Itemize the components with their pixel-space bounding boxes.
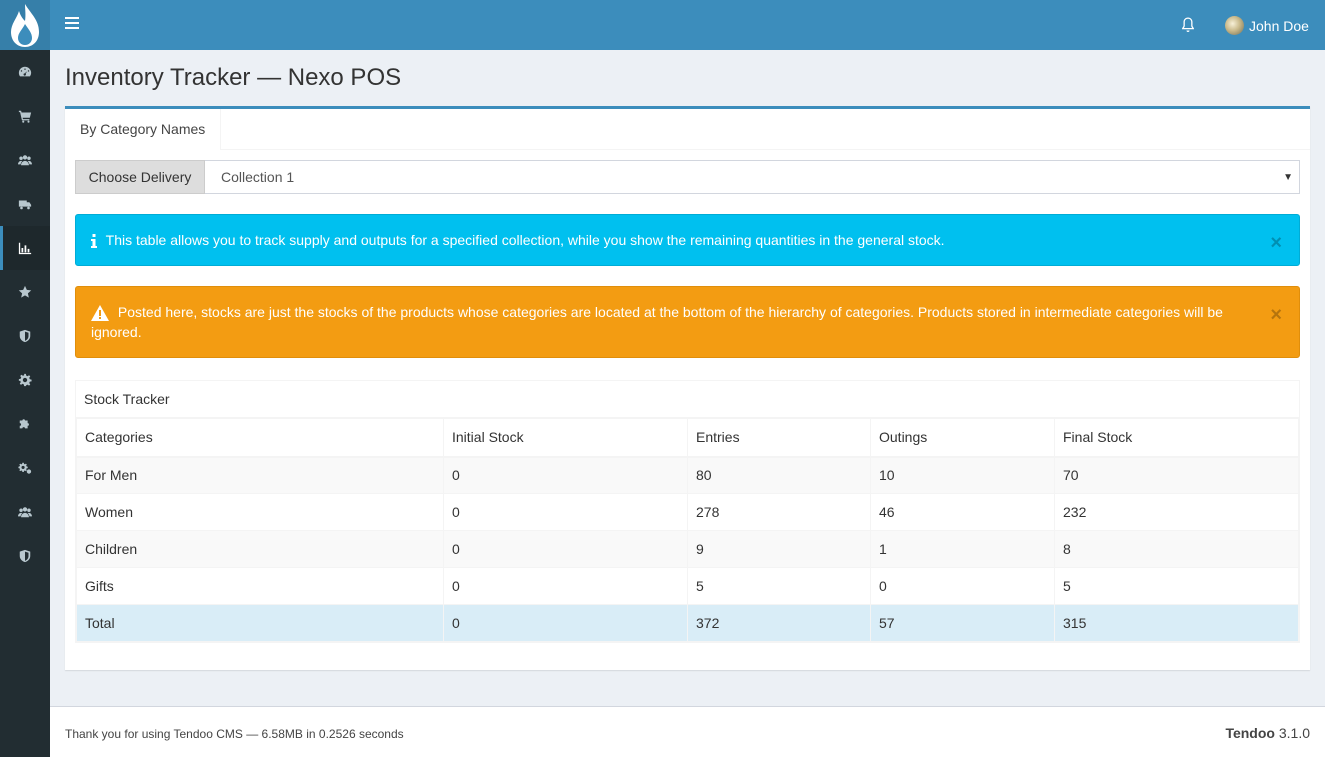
delivery-select[interactable]: Collection 1 ▼ (205, 160, 1300, 194)
sidebar-item-reports[interactable] (0, 226, 50, 270)
star-icon (18, 285, 32, 298)
table-cell: 80 (687, 456, 871, 494)
tabs-bar: By Category Names (65, 109, 1310, 150)
caret-down-icon: ▼ (1283, 172, 1293, 183)
warning-alert-text: Posted here, stocks are just the stocks … (91, 304, 1223, 340)
sidebar-item-groups[interactable] (0, 490, 50, 534)
bar-chart-icon (18, 242, 32, 255)
table-cell: Total (76, 604, 444, 642)
warning-icon (91, 305, 109, 322)
table-cell: 10 (870, 456, 1055, 494)
table-cell: 0 (443, 567, 688, 605)
table-total-row: Total 0 372 57 315 (76, 604, 1299, 642)
footer-brand: Tendoo (1225, 725, 1275, 741)
sidebar-toggle-icon[interactable] (65, 17, 79, 31)
sidebar-item-permissions[interactable] (0, 534, 50, 578)
column-header: Outings (870, 418, 1055, 458)
choose-delivery-button[interactable]: Choose Delivery (75, 160, 205, 194)
table-header-row: Categories Initial Stock Entries Outings… (76, 418, 1299, 458)
close-warning-alert-button[interactable]: × (1270, 305, 1282, 325)
table-cell: 70 (1054, 456, 1299, 494)
table-cell: 57 (870, 604, 1055, 642)
footer-text: Thank you for using Tendoo CMS — 6.58MB … (65, 727, 404, 741)
content-box: By Category Names Choose Delivery Collec… (65, 106, 1310, 670)
column-header: Initial Stock (443, 418, 688, 458)
table-cell: Women (76, 493, 444, 531)
table-cell: 46 (870, 493, 1055, 531)
table-cell: 315 (1054, 604, 1299, 642)
bell-icon[interactable] (1180, 16, 1196, 34)
user-name: John Doe (1249, 17, 1309, 34)
sidebar-item-options[interactable] (0, 446, 50, 490)
table-cell: 232 (1054, 493, 1299, 531)
column-header: Categories (76, 418, 444, 458)
stock-tracker-panel: Stock Tracker Categories Initial Stock E… (75, 380, 1300, 643)
sidebar-item-delivery[interactable] (0, 182, 50, 226)
table-cell: 5 (1054, 567, 1299, 605)
table-cell: 0 (870, 567, 1055, 605)
table-cell: 8 (1054, 530, 1299, 568)
table-row: Gifts 0 5 0 5 (76, 567, 1299, 605)
column-header: Entries (687, 418, 871, 458)
truck-icon (18, 200, 32, 210)
table-cell: 9 (687, 530, 871, 568)
sidebar-item-favorites[interactable] (0, 270, 50, 314)
panel-title: Stock Tracker (76, 381, 1299, 418)
table-cell: 0 (443, 604, 688, 642)
table-cell: Children (76, 530, 444, 568)
sidebar-item-modules[interactable] (0, 402, 50, 446)
page-title: Inventory Tracker — Nexo POS (65, 64, 402, 91)
stock-table: Categories Initial Stock Entries Outings… (76, 418, 1299, 642)
table-row: For Men 0 80 10 70 (76, 456, 1299, 494)
warning-alert: Posted here, stocks are just the stocks … (75, 286, 1300, 358)
table-cell: 372 (687, 604, 871, 642)
table-cell: 1 (870, 530, 1055, 568)
sidebar (0, 0, 50, 757)
info-alert-text: This table allows you to track supply an… (105, 232, 945, 248)
sidebar-item-cart[interactable] (0, 94, 50, 138)
sidebar-item-security[interactable] (0, 314, 50, 358)
shield-icon (19, 329, 31, 343)
footer: Thank you for using Tendoo CMS — 6.58MB … (50, 706, 1325, 757)
table-cell: 0 (443, 493, 688, 531)
top-navbar: John Doe (50, 0, 1325, 50)
cart-icon (18, 110, 32, 123)
logo[interactable] (0, 0, 50, 50)
delivery-selected-value: Collection 1 (221, 169, 295, 185)
table-cell: 278 (687, 493, 871, 531)
info-alert: This table allows you to track supply an… (75, 214, 1300, 266)
table-cell: 0 (443, 456, 688, 494)
tab-by-category-names[interactable]: By Category Names (65, 109, 222, 150)
table-cell: 5 (687, 567, 871, 605)
dashboard-icon (18, 66, 32, 77)
users-icon (18, 155, 32, 166)
table-cell: Gifts (76, 567, 444, 605)
avatar (1225, 16, 1244, 35)
column-header: Final Stock (1054, 418, 1299, 458)
table-cell: 0 (443, 530, 688, 568)
table-row: Children 0 9 1 8 (76, 530, 1299, 568)
info-icon (91, 234, 97, 249)
group-icon (18, 507, 32, 518)
gear-icon (18, 373, 32, 387)
table-cell: For Men (76, 456, 444, 494)
flame-logo-icon (11, 4, 39, 47)
sidebar-item-settings[interactable] (0, 358, 50, 402)
gears-icon (18, 462, 32, 474)
close-info-alert-button[interactable]: × (1270, 233, 1282, 253)
footer-version-number: 3.1.0 (1278, 725, 1310, 741)
puzzle-icon (19, 419, 29, 429)
delivery-selector: Choose Delivery Collection 1 ▼ (75, 160, 1300, 194)
user-menu[interactable]: John Doe (1225, 16, 1309, 35)
shield-icon-2 (19, 549, 31, 563)
table-row: Women 0 278 46 232 (76, 493, 1299, 531)
sidebar-item-users[interactable] (0, 138, 50, 182)
sidebar-item-dashboard[interactable] (0, 50, 50, 94)
footer-version: Tendoo 3.1.0 (1225, 725, 1310, 741)
